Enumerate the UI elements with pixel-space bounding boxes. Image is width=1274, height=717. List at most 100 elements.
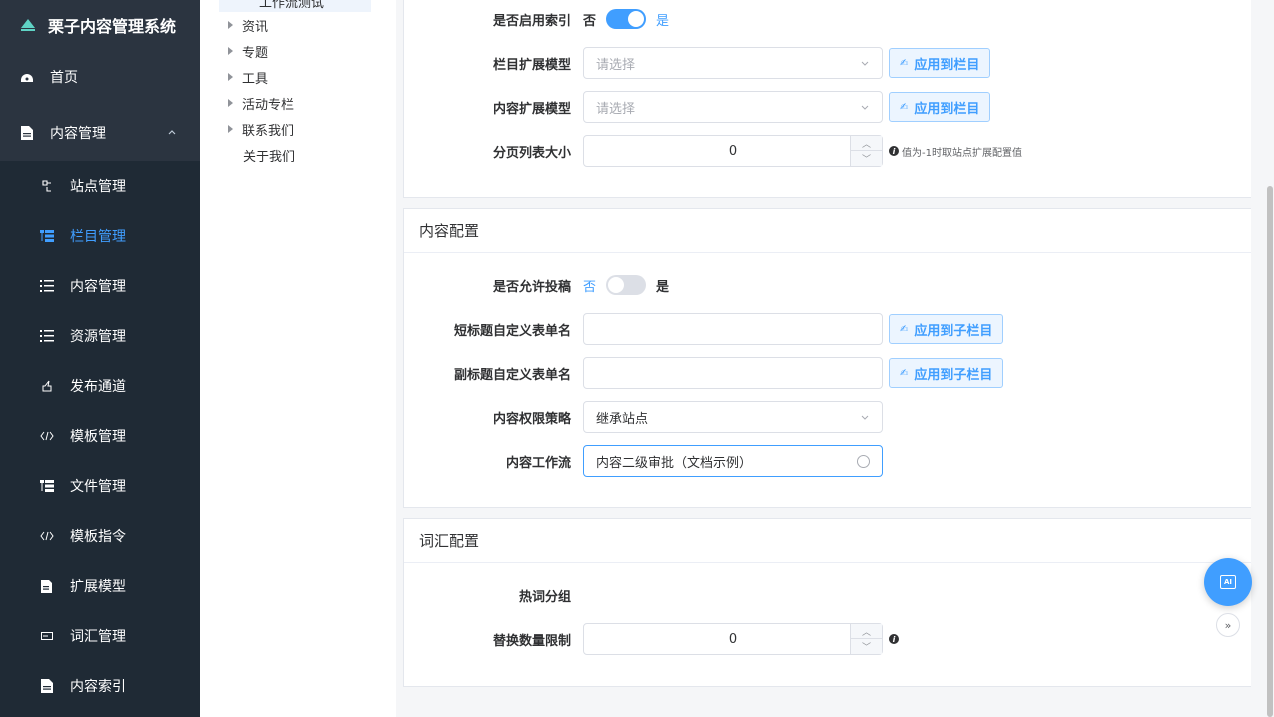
content-config-card: 内容配置 是否允许投稿 否 是 短标题自定义表单名 ✍ 应用到子栏目 副标题自定… bbox=[403, 208, 1251, 508]
sidebar-item-content-index[interactable]: 内容索引 bbox=[0, 661, 200, 711]
scrollbar-thumb[interactable] bbox=[1267, 186, 1273, 717]
subtitle-row: 副标题自定义表单名 ✍ 应用到子栏目 bbox=[404, 357, 1252, 389]
caret-right-icon[interactable] bbox=[228, 99, 233, 107]
allow-contribute-switch[interactable]: 否 是 bbox=[583, 275, 669, 295]
permission-policy-select[interactable]: 继承站点 bbox=[583, 401, 883, 433]
switch-on-label: 是 bbox=[656, 13, 670, 29]
sidebar-item-publish-channel[interactable]: 发布通道 bbox=[0, 361, 200, 411]
select-value: 内容二级审批（文档示例） bbox=[596, 455, 753, 471]
chevron-down-icon bbox=[861, 105, 869, 110]
field-label: 热词分组 bbox=[518, 589, 571, 605]
ai-assistant-button[interactable]: AI bbox=[1204, 558, 1252, 606]
ai-icon: AI bbox=[1220, 575, 1236, 589]
content-ext-model-select[interactable]: 请选择 bbox=[583, 91, 883, 123]
caret-right-icon[interactable] bbox=[228, 73, 233, 81]
sidebar-item-ext-model[interactable]: 扩展模型 bbox=[0, 561, 200, 611]
apply-to-catalog-button[interactable]: ✍ 应用到栏目 bbox=[889, 92, 991, 122]
submenu: 站点管理 栏目管理 内容管理 资源管理 发布通道 模板管理 文件管理 模板指令 bbox=[0, 161, 200, 717]
enable-index-row: 是否启用索引 否 是 bbox=[404, 3, 1252, 35]
nav-item-content-management[interactable]: 内容管理 bbox=[0, 108, 200, 158]
sidebar-item-site[interactable]: 站点管理 bbox=[0, 161, 200, 211]
sidebar-item-template[interactable]: 模板管理 bbox=[0, 411, 200, 461]
enable-index-switch[interactable]: 否 是 bbox=[583, 9, 669, 29]
index-config-card: 是否启用索引 否 是 栏目扩展模型 请选择 ✍ 应用到栏目 内容扩展模型 请选择 bbox=[403, 0, 1251, 198]
sidebar-item-label: 内容管理 bbox=[70, 279, 126, 295]
tree-icon bbox=[40, 479, 54, 493]
toggle-switch[interactable] bbox=[606, 9, 647, 29]
increase-button[interactable]: ︿ bbox=[851, 624, 882, 639]
tree-node[interactable]: 关于我们 bbox=[243, 145, 295, 165]
caret-right-icon[interactable] bbox=[228, 21, 233, 29]
code-icon bbox=[40, 529, 54, 543]
decrease-button[interactable]: ﹀ bbox=[851, 151, 882, 166]
field-label: 内容工作流 bbox=[505, 455, 571, 471]
clear-icon[interactable] bbox=[857, 455, 870, 468]
logo-icon bbox=[21, 19, 35, 31]
apply-to-children-button[interactable]: ✍ 应用到子栏目 bbox=[889, 358, 1004, 388]
subtitle-form-input[interactable] bbox=[583, 357, 883, 389]
tree-node[interactable]: 活动专栏 bbox=[228, 93, 294, 113]
apply-to-catalog-button[interactable]: ✍ 应用到栏目 bbox=[889, 48, 991, 78]
sidebar-item-label: 栏目管理 bbox=[70, 229, 126, 245]
page-size-tip: i 值为-1时取站点扩展配置值 bbox=[889, 144, 1022, 159]
scrollbar[interactable] bbox=[1266, 0, 1274, 717]
expand-button[interactable]: » bbox=[1216, 613, 1240, 637]
select-value: 继承站点 bbox=[596, 411, 649, 427]
toggle-knob bbox=[608, 277, 625, 293]
catalog-ext-model-select[interactable]: 请选择 bbox=[583, 47, 883, 79]
apply-to-children-button[interactable]: ✍ 应用到子栏目 bbox=[889, 314, 1004, 344]
sidebar-item-label: 扩展模型 bbox=[70, 579, 126, 595]
short-title-row: 短标题自定义表单名 ✍ 应用到子栏目 bbox=[404, 313, 1252, 345]
tree-node[interactable]: 联系我们 bbox=[228, 119, 294, 139]
sidebar-item-label: 内容索引 bbox=[70, 679, 126, 695]
decrease-button[interactable]: ﹀ bbox=[851, 639, 882, 654]
chevron-down-icon bbox=[861, 61, 869, 66]
short-title-form-input[interactable] bbox=[583, 313, 883, 345]
number-value: 0 bbox=[728, 631, 738, 647]
field-label: 内容权限策略 bbox=[492, 411, 571, 427]
document-icon bbox=[20, 126, 34, 140]
double-chevron-right-icon: » bbox=[1224, 618, 1232, 632]
brand[interactable]: 栗子内容管理系统 bbox=[20, 10, 176, 40]
tree-node-label: 资讯 bbox=[242, 19, 269, 35]
sidebar-item-file[interactable]: 文件管理 bbox=[0, 461, 200, 511]
nav-item-home[interactable]: 首页 bbox=[0, 52, 200, 102]
document-icon bbox=[40, 679, 54, 693]
list-icon bbox=[40, 279, 54, 293]
field-label: 短标题自定义表单名 bbox=[453, 323, 571, 339]
brand-title: 栗子内容管理系统 bbox=[48, 17, 177, 36]
tree-node[interactable]: 工具 bbox=[228, 67, 268, 87]
hot-word-group-row: 热词分组 bbox=[404, 579, 1252, 611]
allow-contribute-row: 是否允许投稿 否 是 bbox=[404, 269, 1252, 301]
select-placeholder: 请选择 bbox=[596, 101, 636, 117]
info-icon[interactable]: i bbox=[889, 634, 899, 644]
sidebar-item-template-directive[interactable]: 模板指令 bbox=[0, 511, 200, 561]
button-label: 应用到子栏目 bbox=[914, 323, 993, 339]
tree-node[interactable]: 专题 bbox=[228, 41, 268, 61]
sidebar-item-resource[interactable]: 资源管理 bbox=[0, 311, 200, 361]
vocab-config-card: 词汇配置 热词分组 替换数量限制 0 ︿ ﹀ i bbox=[403, 518, 1251, 687]
edit-icon: ✍ bbox=[900, 367, 909, 379]
caret-right-icon[interactable] bbox=[228, 47, 233, 55]
sidebar-item-vocabulary[interactable]: 词汇管理 bbox=[0, 611, 200, 661]
replace-limit-input[interactable]: 0 ︿ ﹀ bbox=[583, 623, 883, 655]
catalog-icon bbox=[40, 229, 54, 243]
workflow-select[interactable]: 内容二级审批（文档示例） bbox=[583, 445, 883, 477]
increase-button[interactable]: ︿ bbox=[851, 136, 882, 151]
sidebar-item-catalog[interactable]: 栏目管理 bbox=[0, 211, 200, 261]
card-title: 词汇配置 bbox=[404, 519, 1251, 563]
button-label: 应用到栏目 bbox=[914, 101, 980, 117]
sidebar-item-label: 发布通道 bbox=[70, 379, 126, 395]
tree-node[interactable]: 资讯 bbox=[228, 15, 268, 35]
number-stepper: ︿ ﹀ bbox=[850, 136, 882, 166]
switch-off-label: 否 bbox=[583, 279, 597, 295]
code-icon bbox=[40, 429, 54, 443]
sidebar-item-content[interactable]: 内容管理 bbox=[0, 261, 200, 311]
page-size-input[interactable]: 0 ︿ ﹀ bbox=[583, 135, 883, 167]
content-ext-model-row: 内容扩展模型 请选择 ✍ 应用到栏目 bbox=[404, 91, 1252, 123]
toggle-switch[interactable] bbox=[606, 275, 647, 295]
workflow-row: 内容工作流 内容二级审批（文档示例） bbox=[404, 445, 1252, 477]
tree-node-selected[interactable]: 工作流测试 bbox=[219, 0, 371, 12]
nav-item-label: 首页 bbox=[50, 70, 78, 86]
caret-right-icon[interactable] bbox=[228, 125, 233, 133]
